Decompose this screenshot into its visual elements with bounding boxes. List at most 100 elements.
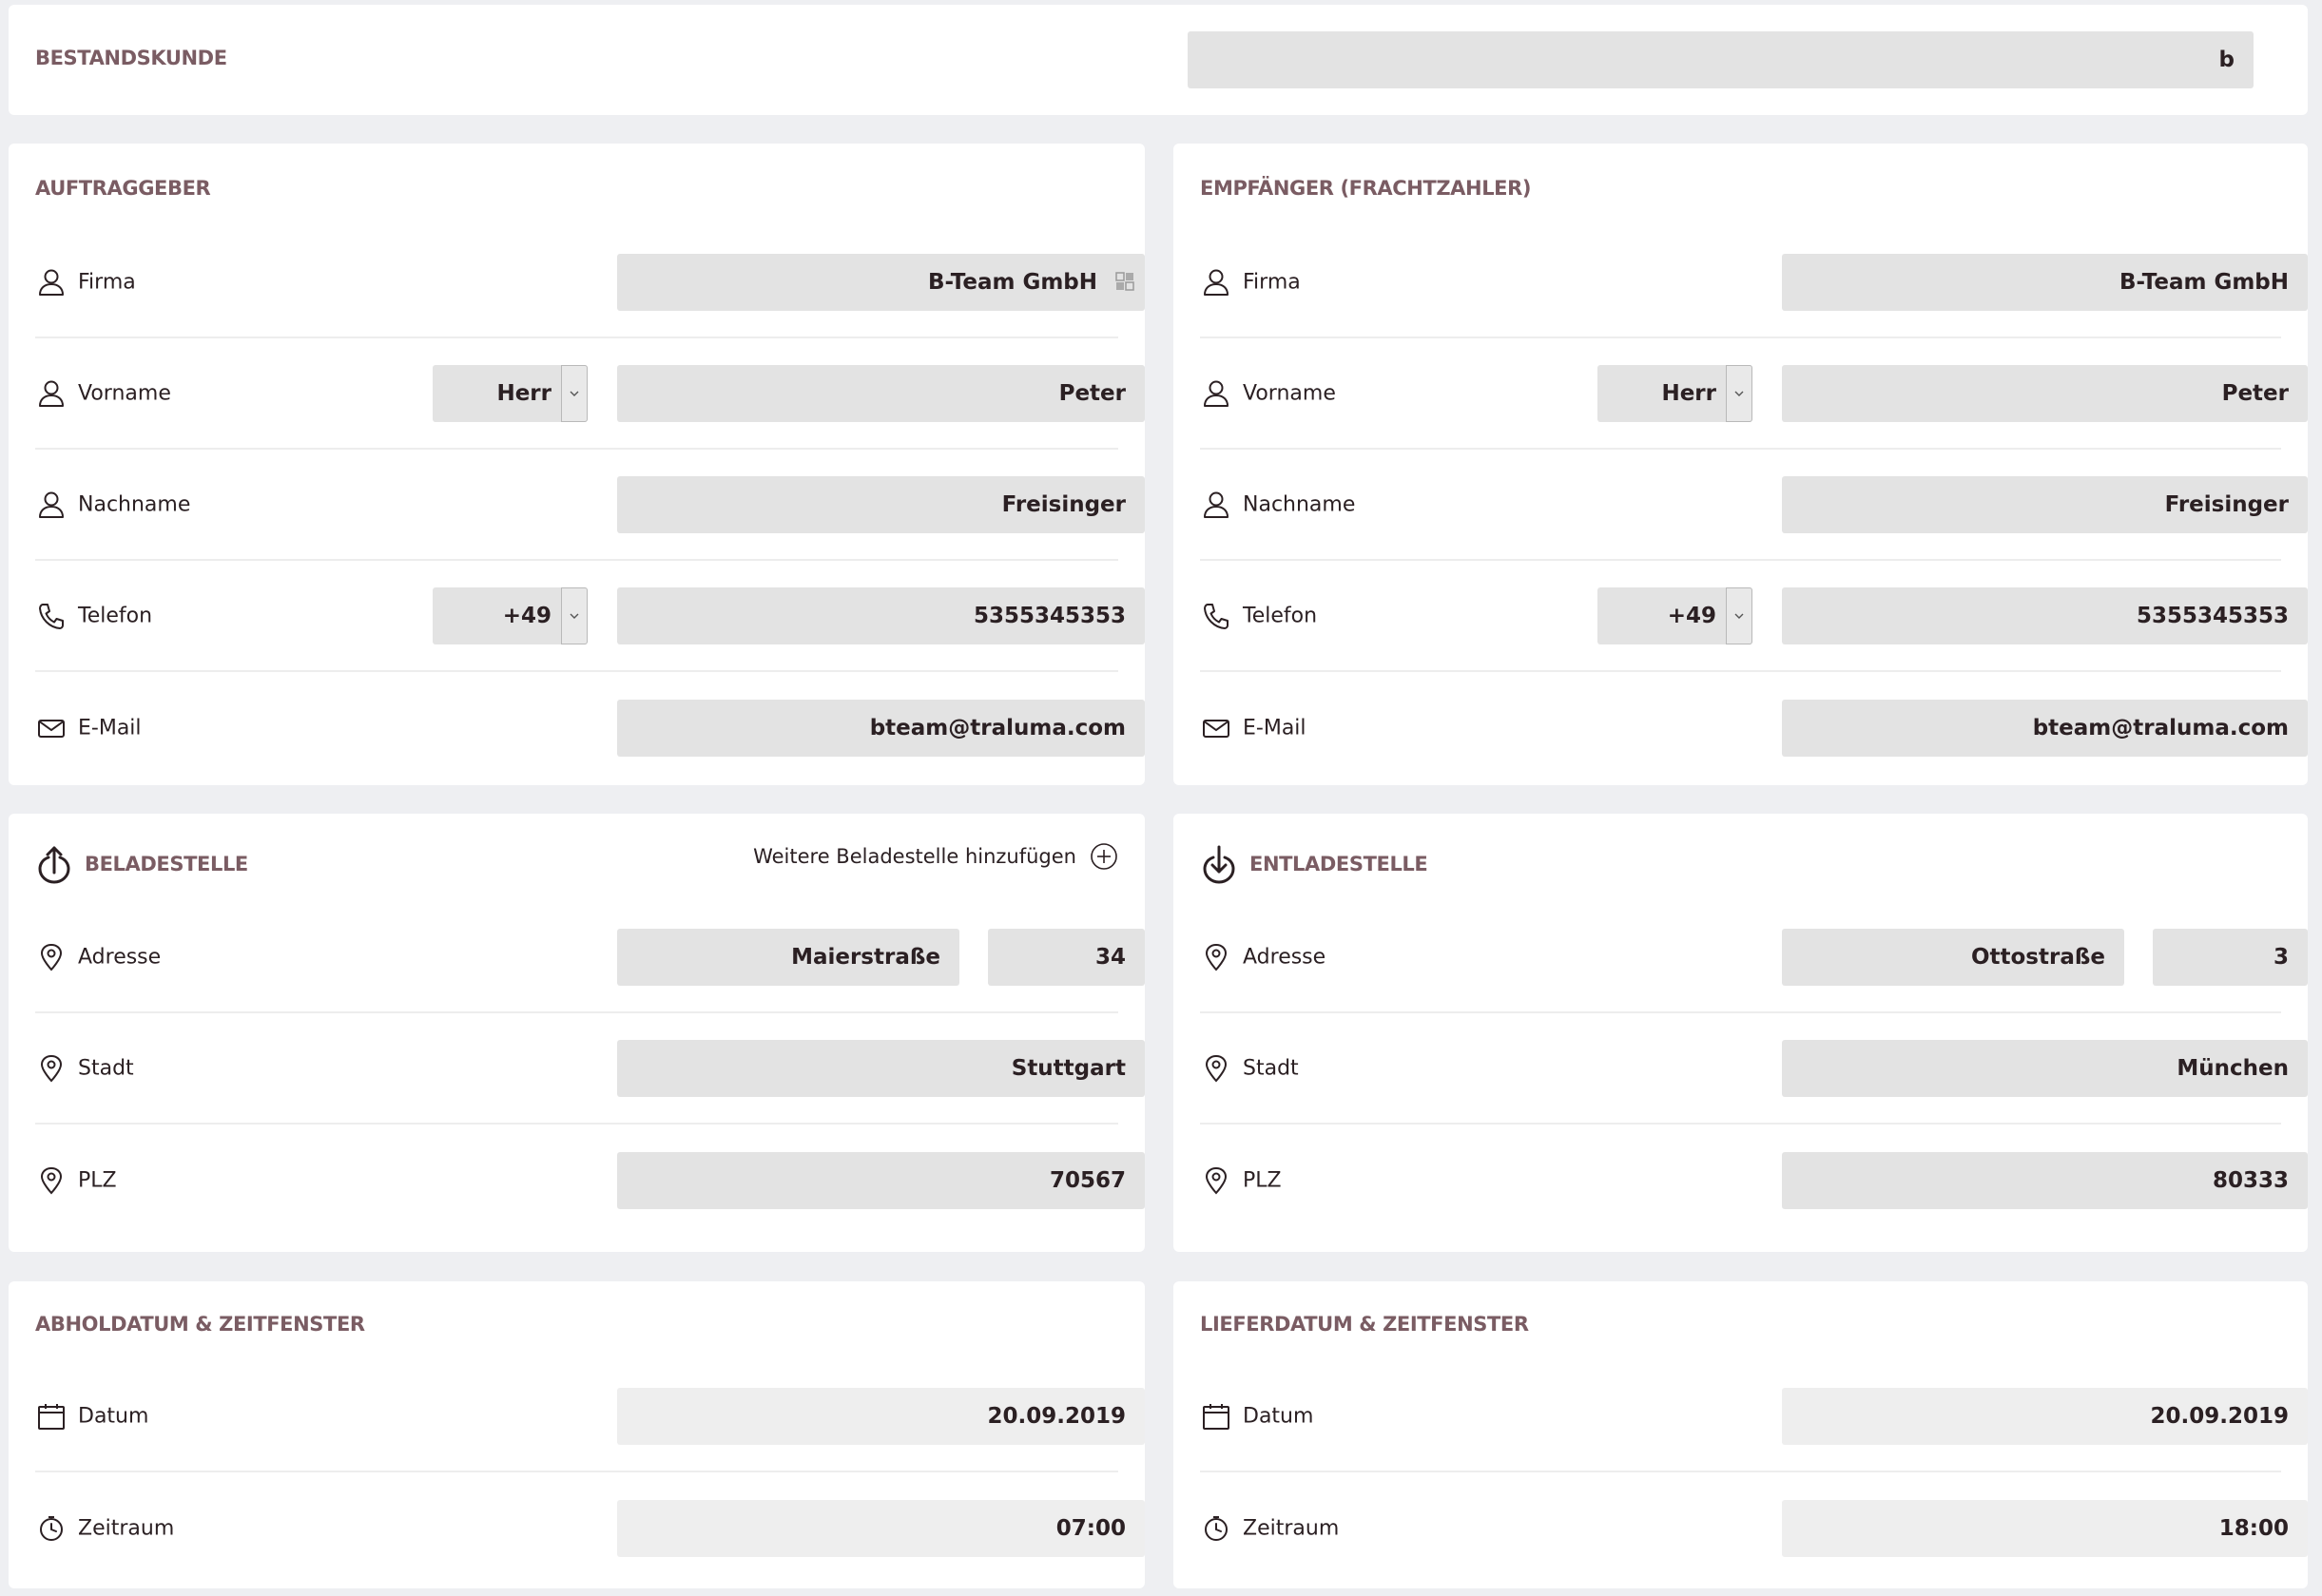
entladestelle-card: ENTLADESTELLE Adresse Ottostraße 3 Stadt… xyxy=(1173,814,2308,1252)
email-input[interactable]: bteam@traluma.com xyxy=(617,699,1145,757)
zeitraum-label: Zeitraum xyxy=(1243,1516,1340,1540)
adresse-row: Adresse Ottostraße 3 xyxy=(1200,902,2308,1013)
firma-value: B-Team GmbH xyxy=(928,269,1097,295)
anrede-value: Herr xyxy=(1661,380,1716,406)
chevron-down-icon[interactable] xyxy=(561,364,588,422)
user-icon xyxy=(1200,266,1232,298)
stopwatch-icon xyxy=(35,1512,68,1545)
telefon-input[interactable]: 5355345353 xyxy=(1782,586,2308,644)
datum-label: Datum xyxy=(78,1404,149,1428)
mail-icon xyxy=(35,712,68,744)
location-pin-icon xyxy=(1200,1164,1232,1197)
plz-input[interactable]: 70567 xyxy=(617,1151,1145,1209)
empfaenger-card: EMPFÄNGER (FRACHTZAHLER) Firma B-Team Gm… xyxy=(1173,144,2308,785)
auftraggeber-title: AUFTRAGGEBER xyxy=(35,177,211,200)
location-pin-icon xyxy=(35,1052,68,1085)
location-pin-icon xyxy=(1200,1052,1232,1085)
email-input[interactable]: bteam@traluma.com xyxy=(1782,699,2308,757)
hausnummer-input[interactable]: 34 xyxy=(988,928,1145,986)
datum-row: Datum 20.09.2019 xyxy=(35,1361,1145,1472)
anrede-select[interactable]: Herr xyxy=(1597,364,1752,422)
bestandskunde-title: BESTANDSKUNDE xyxy=(35,47,227,69)
bestandskunde-input[interactable]: b xyxy=(1188,31,2254,88)
firma-input[interactable]: B-Team GmbH xyxy=(617,253,1145,311)
zeitraum-label: Zeitraum xyxy=(78,1516,175,1540)
unloading-arrow-down-icon xyxy=(1203,845,1235,884)
hausnummer-input[interactable]: 3 xyxy=(2153,928,2308,986)
bestandskunde-card: BESTANDSKUNDE b xyxy=(9,5,2308,115)
nachname-input[interactable]: Freisinger xyxy=(1782,475,2308,533)
vorname-input[interactable]: Peter xyxy=(1782,364,2308,422)
lieferdatum-title: LIEFERDATUM & ZEITFENSTER xyxy=(1200,1313,1529,1336)
zeitraum-input[interactable]: 18:00 xyxy=(1782,1499,2308,1557)
stadt-row: Stadt München xyxy=(1200,1013,2308,1125)
stadt-label: Stadt xyxy=(78,1056,134,1080)
user-icon xyxy=(35,489,68,521)
telefon-row: Telefon +49 5355345353 xyxy=(35,561,1145,672)
nachname-input[interactable]: Freisinger xyxy=(617,475,1145,533)
datum-label: Datum xyxy=(1243,1404,1314,1428)
abholdatum-title: ABHOLDATUM & ZEITFENSTER xyxy=(35,1313,365,1336)
entladestelle-title: ENTLADESTELLE xyxy=(1249,853,1428,875)
vorname-input[interactable]: Peter xyxy=(617,364,1145,422)
vorwahl-select[interactable]: +49 xyxy=(433,586,588,644)
nachname-label: Nachname xyxy=(78,492,191,516)
plz-row: PLZ 70567 xyxy=(35,1125,1145,1236)
strasse-input[interactable]: Ottostraße xyxy=(1782,928,2124,986)
email-label: E-Mail xyxy=(1243,716,1306,740)
datum-input[interactable]: 20.09.2019 xyxy=(617,1387,1145,1445)
user-icon xyxy=(1200,489,1232,521)
zeitraum-input[interactable]: 07:00 xyxy=(617,1499,1145,1557)
telefon-label: Telefon xyxy=(1243,604,1318,627)
vorname-row: Vorname Herr Peter xyxy=(35,338,1145,450)
zeitraum-row: Zeitraum 07:00 xyxy=(35,1472,1145,1584)
mail-icon xyxy=(1200,712,1232,744)
adresse-label: Adresse xyxy=(78,945,162,969)
stadt-input[interactable]: München xyxy=(1782,1039,2308,1097)
strasse-input[interactable]: Maierstraße xyxy=(617,928,959,986)
beladestelle-title: BELADESTELLE xyxy=(85,853,248,875)
firma-row: Firma B-Team GmbH xyxy=(35,227,1145,338)
chevron-down-icon[interactable] xyxy=(561,586,588,644)
stadt-label: Stadt xyxy=(1243,1056,1299,1080)
firma-row: Firma B-Team GmbH xyxy=(1200,227,2308,338)
adresse-label: Adresse xyxy=(1243,945,1326,969)
firma-label: Firma xyxy=(78,270,136,294)
vorname-label: Vorname xyxy=(78,381,171,405)
nachname-row: Nachname Freisinger xyxy=(1200,450,2308,561)
plus-circle-icon[interactable] xyxy=(1090,842,1118,871)
auftraggeber-card: AUFTRAGGEBER Firma B-Team GmbH Vorname H… xyxy=(9,144,1145,785)
stopwatch-icon xyxy=(1200,1512,1232,1545)
zeitraum-row: Zeitraum 18:00 xyxy=(1200,1472,2308,1584)
add-beladestelle-label: Weitere Beladestelle hinzufügen xyxy=(753,845,1076,868)
location-pin-icon xyxy=(35,1164,68,1197)
vorwahl-select[interactable]: +49 xyxy=(1597,586,1752,644)
telefon-input[interactable]: 5355345353 xyxy=(617,586,1145,644)
firma-label: Firma xyxy=(1243,270,1301,294)
loading-arrow-up-icon xyxy=(38,846,70,884)
plz-label: PLZ xyxy=(78,1168,117,1192)
vorwahl-value: +49 xyxy=(502,603,551,628)
datum-row: Datum 20.09.2019 xyxy=(1200,1361,2308,1472)
phone-icon xyxy=(1200,600,1232,632)
lieferdatum-card: LIEFERDATUM & ZEITFENSTER Datum 20.09.20… xyxy=(1173,1281,2308,1588)
stadt-input[interactable]: Stuttgart xyxy=(617,1039,1145,1097)
chevron-down-icon[interactable] xyxy=(1726,364,1752,422)
autofill-grid-icon[interactable] xyxy=(1114,271,1135,292)
location-pin-icon xyxy=(35,941,68,973)
anrede-select[interactable]: Herr xyxy=(433,364,588,422)
phone-icon xyxy=(35,600,68,632)
calendar-icon xyxy=(1200,1400,1232,1433)
user-icon xyxy=(35,266,68,298)
plz-input[interactable]: 80333 xyxy=(1782,1151,2308,1209)
telefon-label: Telefon xyxy=(78,604,153,627)
plz-label: PLZ xyxy=(1243,1168,1282,1192)
user-icon xyxy=(35,377,68,410)
calendar-icon xyxy=(35,1400,68,1433)
add-beladestelle-link[interactable]: Weitere Beladestelle hinzufügen xyxy=(753,842,1118,871)
firma-input[interactable]: B-Team GmbH xyxy=(1782,253,2308,311)
user-icon xyxy=(1200,377,1232,410)
datum-input[interactable]: 20.09.2019 xyxy=(1782,1387,2308,1445)
chevron-down-icon[interactable] xyxy=(1726,586,1752,644)
email-row: E-Mail bteam@traluma.com xyxy=(35,672,1145,783)
